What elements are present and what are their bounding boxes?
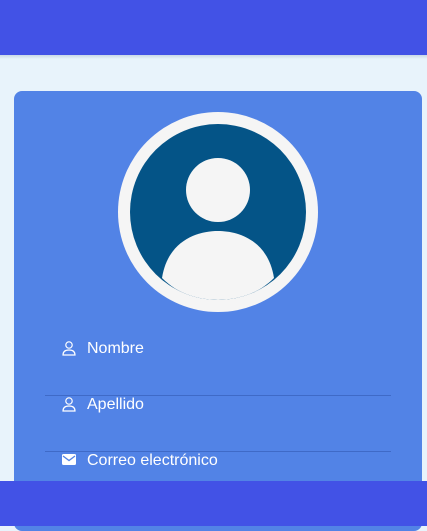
bottom-navigation-bar: [0, 481, 427, 526]
field-label-nombre: Nombre: [87, 340, 144, 357]
field-nombre[interactable]: Nombre: [45, 340, 391, 396]
field-apellido[interactable]: Apellido: [45, 396, 391, 452]
field-label-apellido: Apellido: [87, 396, 144, 413]
mail-icon: [61, 452, 77, 468]
user-avatar-icon: [118, 112, 318, 312]
top-app-bar: [0, 0, 427, 55]
person-outline-icon: [61, 396, 77, 412]
profile-card: Nombre Apellido Correo electrónico: [14, 91, 422, 531]
person-outline-icon: [61, 340, 77, 356]
top-bar-shadow: [0, 55, 427, 59]
field-label-correo: Correo electrónico: [87, 452, 218, 469]
